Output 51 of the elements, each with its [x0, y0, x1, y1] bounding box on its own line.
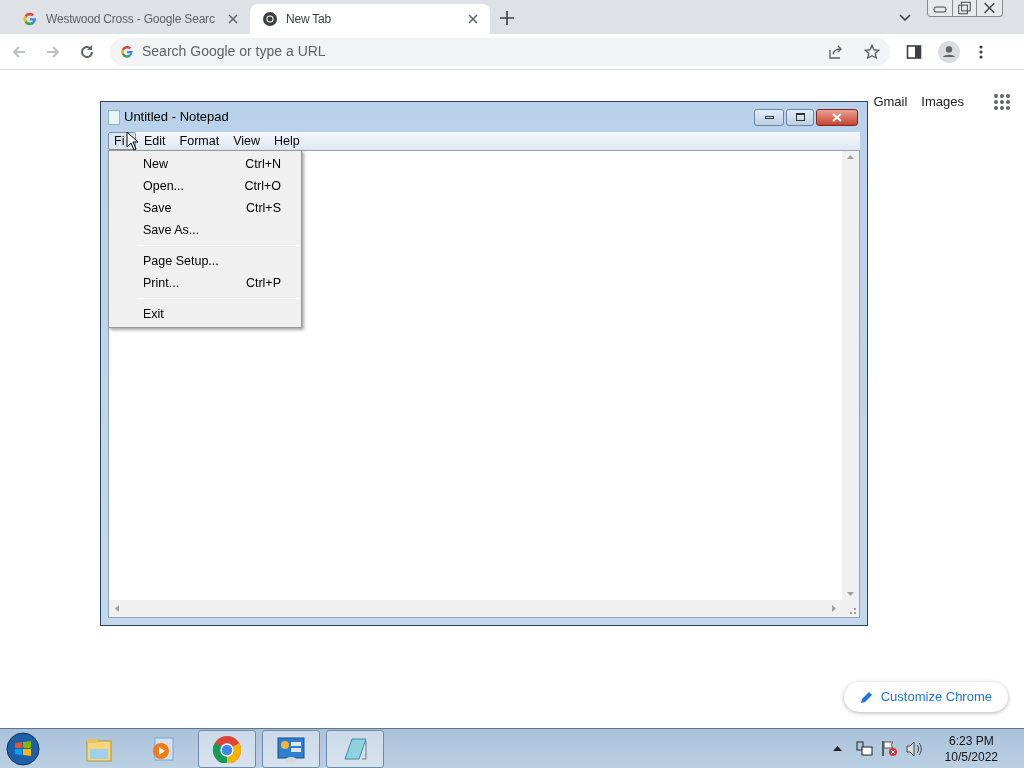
clock[interactable]: 6:23 PM 10/5/2022: [944, 732, 998, 765]
close-icon: [832, 112, 842, 122]
minimize-button[interactable]: [754, 108, 784, 126]
pencil-icon: [859, 690, 873, 704]
header-link[interactable]: Images: [921, 92, 964, 112]
window-title: Untitled - Notepad: [124, 108, 229, 127]
google-icon: [22, 11, 38, 27]
close-icon[interactable]: [468, 14, 478, 24]
side-panel-icon[interactable]: [906, 43, 922, 60]
taskbar-button[interactable]: [326, 729, 384, 768]
tab-title: New Tab: [286, 11, 333, 28]
taskbar-button[interactable]: [198, 729, 256, 768]
chrome-icon: [212, 734, 242, 763]
menu-item[interactable]: View: [227, 132, 266, 150]
google-icon: [120, 44, 134, 59]
show-hidden-icons-icon[interactable]: [832, 746, 842, 751]
new-tab-icon[interactable]: [500, 11, 514, 25]
menu-item[interactable]: New Ctrl+N: [109, 153, 301, 175]
tab-title: Westwood Cross - Google Searc: [46, 11, 216, 28]
address-bar[interactable]: Search Google or type a URL: [110, 37, 890, 66]
notepad-icon: [108, 109, 120, 125]
start-button[interactable]: [6, 731, 40, 766]
menu-item[interactable]: Page Setup...: [109, 250, 301, 272]
chrome-icon: [262, 11, 278, 27]
star-icon[interactable]: [864, 43, 880, 60]
cursor-icon: [126, 131, 139, 151]
customize-chrome-button[interactable]: Customize Chrome: [843, 682, 1008, 712]
menu-item[interactable]: Save As...: [109, 219, 301, 241]
close-button[interactable]: [816, 108, 858, 126]
menu-item[interactable]: Save Ctrl+S: [109, 197, 301, 219]
menu-item[interactable]: Open... Ctrl+O: [109, 175, 301, 197]
browser-tab[interactable]: Westwood Cross - Google Searc: [10, 4, 250, 34]
close-icon[interactable]: [228, 14, 238, 24]
profile-icon[interactable]: [938, 40, 960, 63]
tab-search-icon[interactable]: [899, 14, 911, 21]
menu-item[interactable]: Help: [268, 132, 306, 150]
network-icon[interactable]: [855, 740, 873, 757]
action-center-icon[interactable]: [880, 740, 898, 757]
menu-item[interactable]: Edit: [138, 132, 172, 150]
share-icon[interactable]: [828, 43, 844, 60]
menu-item[interactable]: Print... Ctrl+P: [109, 272, 301, 294]
header-link[interactable]: Gmail: [873, 92, 908, 112]
menu-item[interactable]: Format: [173, 132, 226, 150]
taskbar-button[interactable]: [262, 729, 320, 768]
control-panel-icon: [276, 734, 306, 763]
maximize-button[interactable]: [786, 108, 814, 126]
browser-tab[interactable]: New Tab: [250, 4, 490, 34]
speaker-icon[interactable]: [905, 740, 923, 757]
menu-icon[interactable]: [978, 43, 984, 60]
menu-item[interactable]: Exit: [109, 303, 301, 325]
apps-icon[interactable]: [994, 93, 1010, 110]
